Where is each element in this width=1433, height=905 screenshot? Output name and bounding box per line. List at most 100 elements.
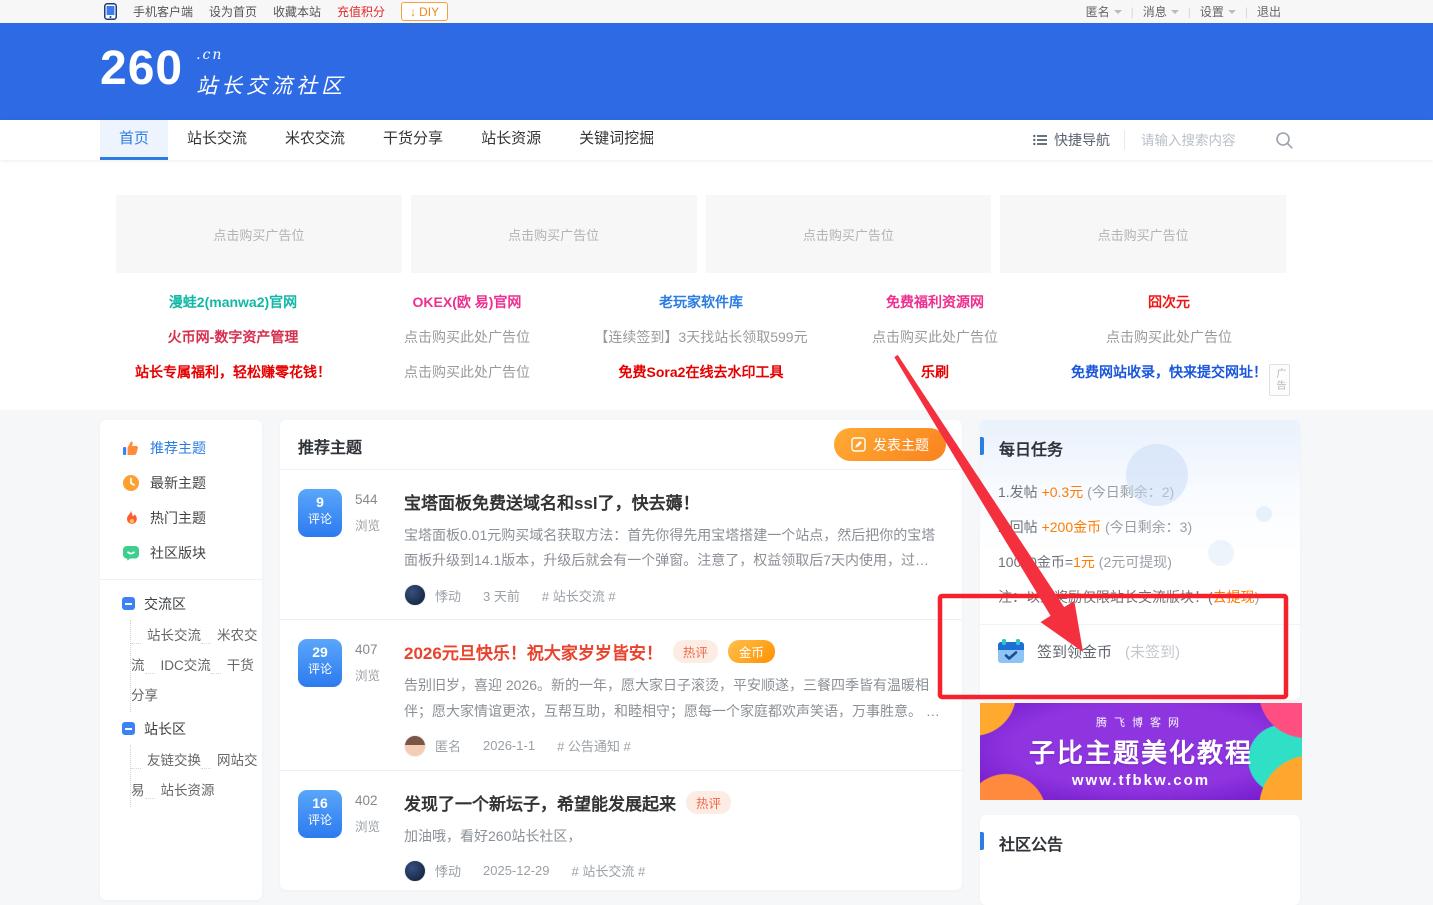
tree-group-header[interactable]: 站长区 xyxy=(100,712,262,745)
down-arrow-icon: ↓ xyxy=(410,4,417,19)
diy-button[interactable]: ↓ DIY xyxy=(401,2,449,21)
new-post-button[interactable]: 发表主题 xyxy=(834,428,946,461)
logo-tld: .cn xyxy=(196,47,224,63)
ad-text-link[interactable]: 【连续签到】3天找站长领取599元 xyxy=(584,319,818,354)
post-category[interactable]: # 站长交流 # xyxy=(572,861,646,880)
ad-text-link[interactable]: 囧次元 xyxy=(1052,284,1286,319)
withdraw-link[interactable]: 去提现 xyxy=(1213,589,1255,605)
collapse-minus-icon[interactable] xyxy=(122,597,135,610)
tree-group-label: 站长区 xyxy=(144,720,186,737)
avatar xyxy=(404,859,426,882)
post-title[interactable]: 发现了一个新坛子，希望能发展起来 xyxy=(404,790,676,815)
nav-tab[interactable]: 站长交流 xyxy=(168,120,266,160)
quick-nav-button[interactable]: 快捷导航 xyxy=(1033,130,1110,150)
ad-text-link[interactable]: 免费网站收录，快来提交网址！ xyxy=(1052,354,1286,389)
task-text: 注：以上奖励仅限站长交流版块！( xyxy=(998,589,1213,605)
ad-slot[interactable]: 点击购买广告位 xyxy=(410,195,697,273)
topbar-link[interactable]: 充值积分 xyxy=(337,3,385,20)
site-header: 260 .cn 站长交流社区 xyxy=(0,23,1433,120)
promo-banner[interactable]: 腾飞博客网 子比主题美化教程 www.tfbkw.com xyxy=(980,703,1302,800)
tree-child-item[interactable]: 站长交流 xyxy=(131,628,201,643)
checkin-label: 签到领金币 xyxy=(1037,643,1113,661)
quick-nav-label: 快捷导航 xyxy=(1054,132,1110,148)
view-stats: 544 浏览 xyxy=(355,489,391,606)
banner-url: www.tfbkw.com xyxy=(1071,772,1211,789)
post-title-line: 宝塔面板免费送域名和ssl了，快去薅！ xyxy=(404,489,942,514)
ad-text-links: 漫蛙2(manwa2)官网 OKEX(欧 易)官网 老玩家软件库 免费福利资源网 囧次元… xyxy=(116,284,1286,389)
logo-subtitle: 站长交流社区 xyxy=(196,74,347,98)
search-icon[interactable] xyxy=(1275,131,1293,149)
nav-tab[interactable]: 关键词挖掘 xyxy=(560,120,673,160)
task-reward: 1元 xyxy=(1073,554,1095,570)
ad-text-link[interactable]: 点击购买此处广告位 xyxy=(350,354,584,389)
post-title[interactable]: 宝塔面板免费送域名和ssl了，快去薅！ xyxy=(404,489,700,514)
post-row[interactable]: 9 评论 544 浏览 宝塔面板免费送域名和ssl了，快去薅！ 宝塔面板0.01元购买域名… xyxy=(280,470,962,619)
avatar xyxy=(404,584,426,607)
topbar-menu-2[interactable]: 消息 xyxy=(1143,3,1179,20)
tree-child-item[interactable]: 站长资源 xyxy=(145,783,215,798)
task-reward: +0.3元 xyxy=(1041,484,1084,500)
topbar-link[interactable]: 手机客户端 xyxy=(133,3,193,20)
topbar-menu-3[interactable]: 设置 xyxy=(1200,3,1236,20)
sidebar-item[interactable]: 社区版块 xyxy=(100,535,262,570)
topbar-menu-1[interactable]: 匿名 xyxy=(1086,3,1122,20)
sidebar-item[interactable]: 热门主题 xyxy=(100,500,262,535)
ad-slot[interactable]: 点击购买广告位 xyxy=(116,195,402,273)
post-row[interactable]: 29 评论 407 浏览 2026元旦快乐！祝大家岁岁皆安！ 热评 金币 告别旧岁，喜迎 20… xyxy=(280,619,962,769)
post-date: 2025-12-29 xyxy=(483,863,550,879)
comment-count: 9 xyxy=(316,494,324,510)
logo-number: 260 xyxy=(100,42,184,95)
topbar-link[interactable]: 设为首页 xyxy=(209,3,257,20)
ad-text-link[interactable]: 点击购买此处广告位 xyxy=(350,319,584,354)
post-title[interactable]: 2026元旦快乐！祝大家岁岁皆安！ xyxy=(404,639,663,664)
tree-child-item[interactable]: 友链交换 xyxy=(131,753,201,768)
ad-text-link[interactable]: 站长专属福利，轻松赚零花钱！ xyxy=(116,354,350,389)
checkin-row[interactable]: 签到领金币 (未签到) xyxy=(980,624,1300,677)
nav-tab[interactable]: 干货分享 xyxy=(364,120,462,160)
post-author: 悸动 xyxy=(435,864,462,880)
post-meta-row: 悸动 2025-12-29 # 站长交流 # xyxy=(404,859,942,882)
post-body: 2026元旦快乐！祝大家岁岁皆安！ 热评 金币 告别旧岁，喜迎 2026。新的一年，愿… xyxy=(404,639,942,757)
ad-text-link[interactable]: 乐刷 xyxy=(818,354,1052,389)
post-title-line: 发现了一个新坛子，希望能发展起来 热评 xyxy=(404,790,942,815)
search-input[interactable] xyxy=(1139,131,1261,149)
post-excerpt: 告别旧岁，喜迎 2026。新的一年，愿大家日子滚烫，平安顺遂，三餐四季皆有温暖相… xyxy=(404,677,940,719)
chevron-down-icon xyxy=(1170,10,1179,18)
nav-tabs: 首页 站长交流 米农交流 干货分享 站长资源 关键词挖掘 xyxy=(100,120,673,160)
nav-tab[interactable]: 首页 xyxy=(100,120,169,160)
view-label: 浏览 xyxy=(355,819,381,834)
tree-child-item[interactable]: IDC交流 xyxy=(145,658,211,673)
site-logo[interactable]: 260 .cn 站长交流社区 xyxy=(100,37,346,101)
collapse-minus-icon[interactable] xyxy=(122,722,135,735)
post-row[interactable]: 16 评论 402 浏览 发现了一个新坛子，希望能发展起来 热评 加油哦，看好260站长社区… xyxy=(280,769,962,895)
ad-text-link[interactable]: 漫蛙2(manwa2)官网 xyxy=(116,284,350,319)
ad-section: 点击购买广告位 点击购买广告位 点击购买广告位 点击购买广告位 漫蛙2(manwa2)… xyxy=(0,160,1433,410)
ad-text-link[interactable]: 点击购买此处广告位 xyxy=(1052,319,1286,354)
banner-brand: 腾飞博客网 xyxy=(1096,717,1186,729)
ad-text-link[interactable]: 老玩家软件库 xyxy=(584,284,818,319)
ad-slot[interactable]: 点击购买广告位 xyxy=(705,195,992,273)
post-author: 匿名 xyxy=(435,739,462,755)
divider xyxy=(1124,130,1125,150)
post-category[interactable]: # 公告通知 # xyxy=(557,736,631,755)
thumbs-up-icon xyxy=(122,439,140,457)
ad-text-link[interactable]: 免费福利资源网 xyxy=(818,284,1052,319)
sidebar-item[interactable]: 推荐主题 xyxy=(100,430,262,465)
ad-text-link[interactable]: OKEX(欧 易)官网 xyxy=(350,284,584,319)
post-category[interactable]: # 站长交流 # xyxy=(542,586,616,605)
ad-text-link[interactable]: 火币网-数字资产管理 xyxy=(116,319,350,354)
sidebar-item[interactable]: 最新主题 xyxy=(100,465,262,500)
ad-text-link[interactable]: 免费Sora2在线去水印工具 xyxy=(584,354,818,389)
view-label: 浏览 xyxy=(355,519,381,533)
topbar-menu-4[interactable]: 退出 xyxy=(1257,3,1281,20)
tree-group-label: 交流区 xyxy=(144,595,186,612)
nav-tab[interactable]: 站长资源 xyxy=(462,120,560,160)
post-excerpt: 宝塔面板0.01元购买域名获取方法：首先你得先用宝塔搭建一个站点，然后把你的宝塔… xyxy=(404,527,936,569)
tree-children: 友链交换 网站交易 站长资源 xyxy=(130,745,262,807)
nav-tab[interactable]: 米农交流 xyxy=(266,120,364,160)
ad-text-link[interactable]: 点击购买此处广告位 xyxy=(818,319,1052,354)
tree-group-header[interactable]: 交流区 xyxy=(100,587,262,620)
ad-slot[interactable]: 点击购买广告位 xyxy=(1000,195,1286,273)
chat-icon xyxy=(122,544,140,562)
topbar-link[interactable]: 收藏本站 xyxy=(273,3,321,20)
